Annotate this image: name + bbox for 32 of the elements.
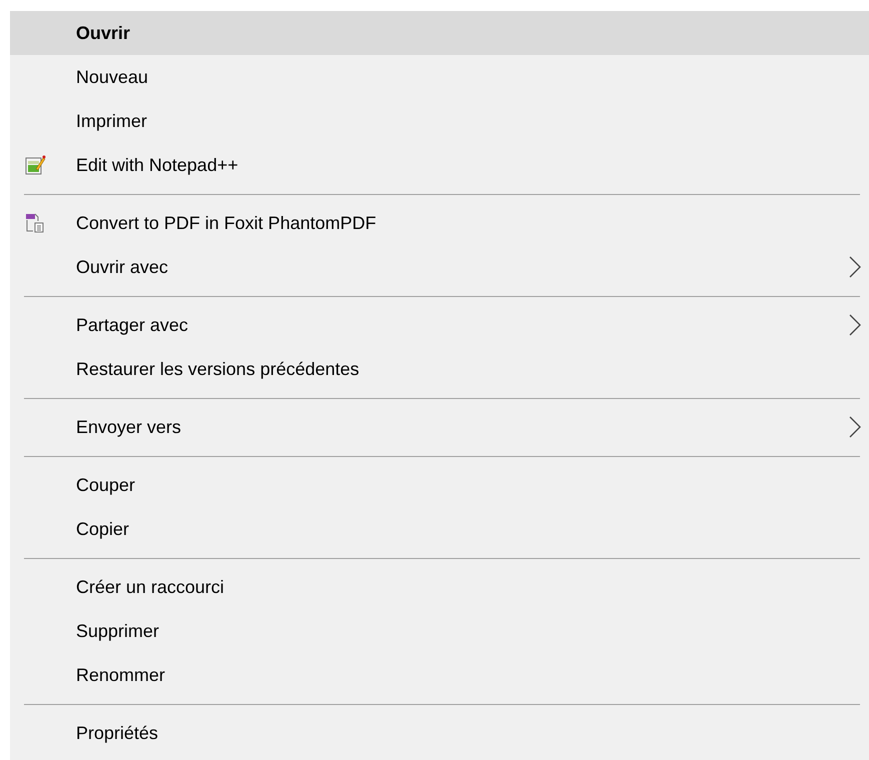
document-icon xyxy=(24,212,46,234)
menu-item-label: Propriétés xyxy=(76,722,158,745)
menu-item-label: Ouvrir xyxy=(76,22,130,44)
menu-item-label: Convert to PDF in Foxit PhantomPDF xyxy=(76,212,376,234)
menu-item-label: Partager avec xyxy=(76,314,188,337)
menu-item[interactable]: Couper xyxy=(10,463,869,507)
menu-item[interactable]: Copier xyxy=(10,507,869,551)
menu-item-label: Couper xyxy=(76,474,136,497)
menu-item[interactable]: Convert to PDF in Foxit PhantomPDF xyxy=(10,201,869,245)
menu-item-label: Renommer xyxy=(76,664,166,686)
menu-item[interactable]: Supprimer xyxy=(10,609,869,653)
menu-item-label: Copier xyxy=(76,518,130,541)
menu-item-label: Restaurer les versions précédentes xyxy=(76,358,360,381)
menu-item[interactable]: Partager avec xyxy=(10,303,869,347)
menu-item-label: Ouvrir avec xyxy=(76,256,168,278)
menu-item[interactable]: Propriétés xyxy=(10,711,869,755)
menu-item[interactable]: Créer un raccourci xyxy=(10,565,869,609)
menu-item[interactable]: Ouvrir xyxy=(10,11,869,55)
menu-item[interactable]: Restaurer les versions précédentes xyxy=(10,347,869,391)
menu-item-label: Nouveau xyxy=(76,66,148,88)
menu-item-label: Supprimer xyxy=(76,620,160,643)
notepad-icon xyxy=(24,154,46,176)
menu-item[interactable]: Renommer xyxy=(10,653,869,697)
menu-item-label: Créer un raccourci xyxy=(76,576,224,598)
menu-item[interactable]: Ouvrir avec xyxy=(10,245,869,289)
menu-item-label: Edit with Notepad++ xyxy=(76,154,238,177)
menu-item[interactable]: Nouveau xyxy=(10,55,869,99)
menu-item-label: Envoyer vers xyxy=(76,416,182,439)
menu-item[interactable]: Edit with Notepad++ xyxy=(10,143,869,187)
menu-item[interactable]: Envoyer vers xyxy=(10,405,869,449)
menu-item[interactable]: Imprimer xyxy=(10,99,869,143)
menu-item-label: Imprimer xyxy=(76,110,147,133)
